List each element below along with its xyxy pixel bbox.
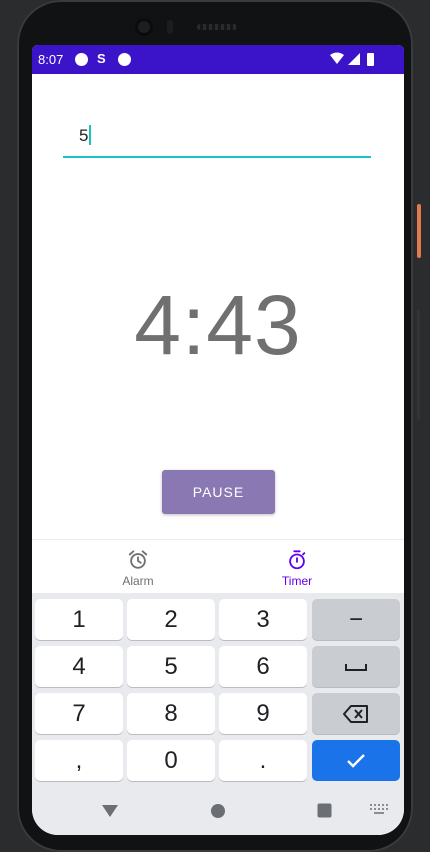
key-5[interactable]: 5 <box>127 646 215 687</box>
status-bar: 8:07 S <box>32 45 404 74</box>
status-time: 8:07 <box>38 52 64 67</box>
alarm-icon <box>128 550 148 569</box>
app-screen: 8:07 S 5 4:43 PAUSE Alarm Timer 1 2 3 − … <box>32 45 404 835</box>
proximity-sensor <box>167 20 173 34</box>
key-4[interactable]: 4 <box>35 646 123 687</box>
timer-icon <box>289 550 306 570</box>
battery-icon <box>367 53 374 66</box>
timer-display: 4:43 <box>134 278 302 372</box>
key-backspace[interactable] <box>312 693 400 734</box>
numeric-keyboard: 1 2 3 − 4 5 6 7 8 9 , 0 . <box>32 593 404 788</box>
front-camera <box>135 18 153 36</box>
keyboard-switch-icon[interactable] <box>370 804 388 816</box>
circle-icon <box>118 53 131 66</box>
key-space[interactable] <box>312 646 400 687</box>
key-3[interactable]: 3 <box>219 599 307 640</box>
key-1[interactable]: 1 <box>35 599 123 640</box>
key-7[interactable]: 7 <box>35 693 123 734</box>
check-icon <box>347 753 365 768</box>
bottom-navigation: Alarm Timer <box>32 539 404 594</box>
minutes-input[interactable]: 5 <box>63 112 371 158</box>
key-8[interactable]: 8 <box>127 693 215 734</box>
volume-button[interactable] <box>417 310 420 420</box>
circle-icon <box>75 53 88 66</box>
signal-icon <box>348 53 360 65</box>
key-0[interactable]: 0 <box>127 740 215 781</box>
wifi-icon <box>330 52 344 64</box>
status-icons <box>330 52 374 66</box>
nav-timer-label: Timer <box>281 574 313 588</box>
key-6[interactable]: 6 <box>219 646 307 687</box>
key-2[interactable]: 2 <box>127 599 215 640</box>
space-icon <box>345 663 367 671</box>
recents-icon[interactable] <box>317 803 332 818</box>
key-minus[interactable]: − <box>312 599 400 640</box>
input-value: 5 <box>79 126 89 145</box>
pause-button[interactable]: PAUSE <box>162 470 275 514</box>
key-9[interactable]: 9 <box>219 693 307 734</box>
back-icon[interactable] <box>101 804 119 818</box>
system-navigation-bar <box>32 788 404 835</box>
home-icon[interactable] <box>210 803 226 819</box>
earpiece-speaker <box>197 24 237 30</box>
power-button[interactable] <box>417 204 421 258</box>
key-period[interactable]: . <box>219 740 307 781</box>
text-cursor <box>89 125 92 145</box>
s-icon: S <box>97 51 106 66</box>
key-done[interactable] <box>312 740 400 781</box>
key-comma[interactable]: , <box>35 740 123 781</box>
nav-timer[interactable]: Timer <box>204 540 390 594</box>
backspace-icon <box>343 704 368 723</box>
